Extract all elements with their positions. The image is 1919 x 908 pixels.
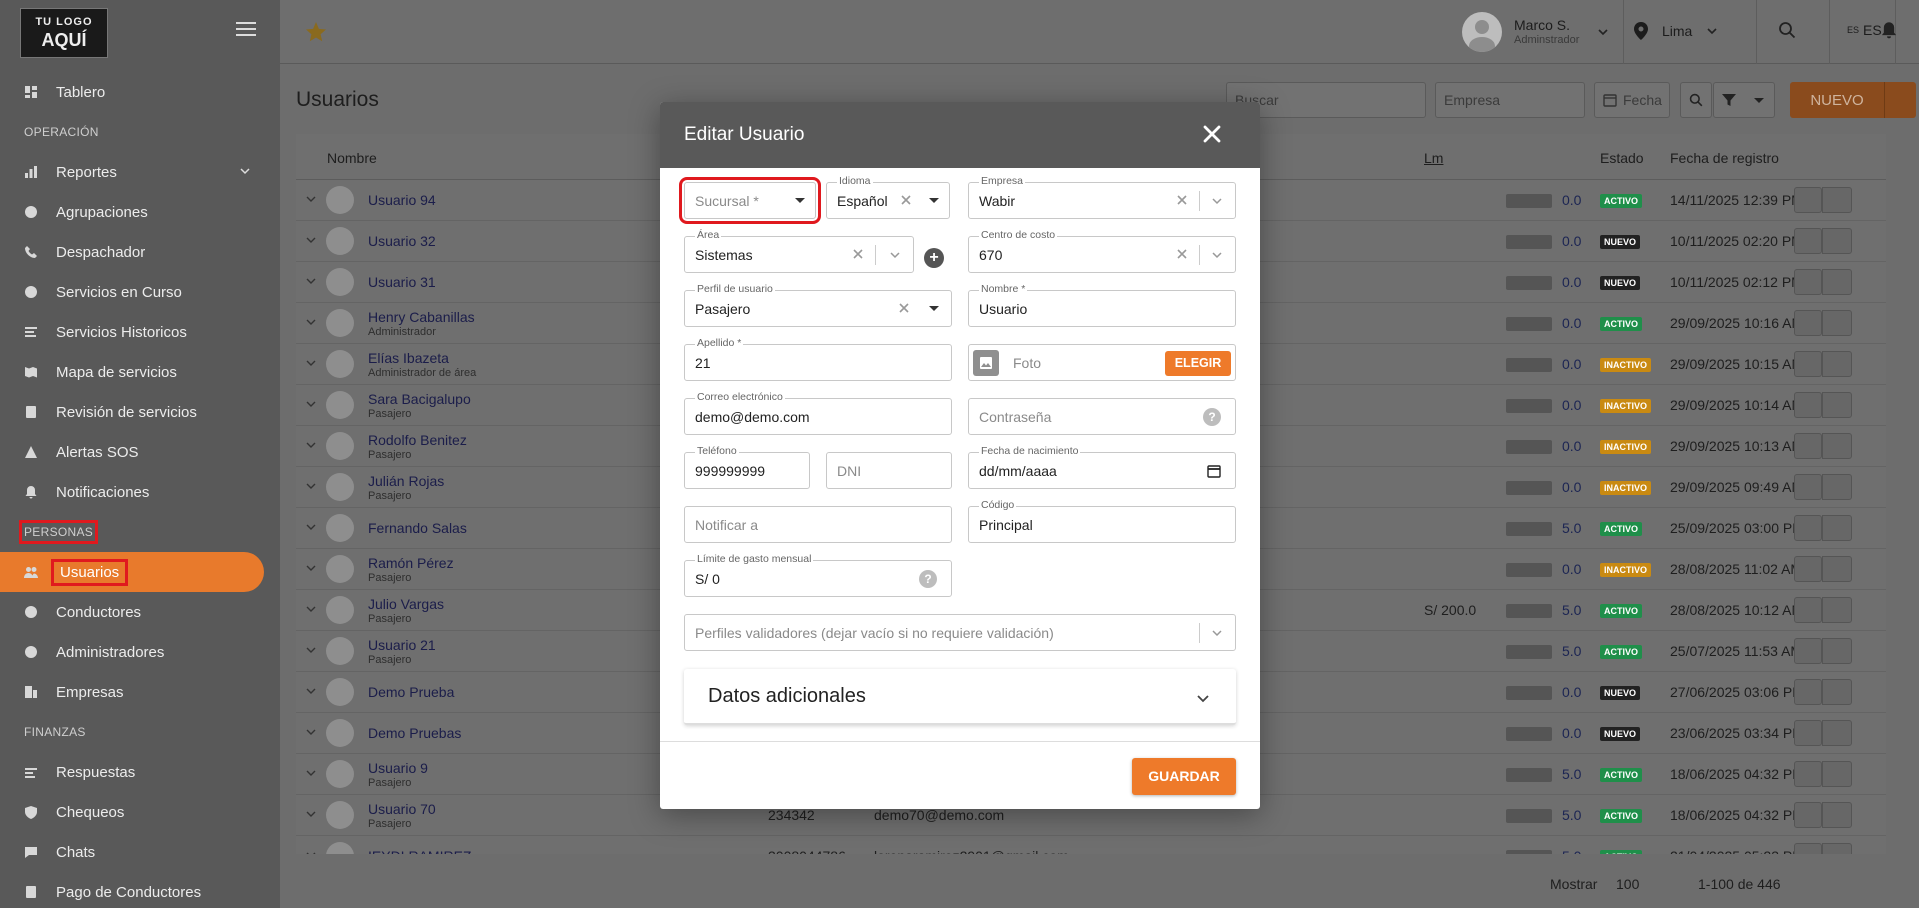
idioma-select[interactable]: Idioma Español (826, 175, 950, 219)
clear-icon[interactable] (1175, 247, 1189, 261)
notificar-placeholder: Notificar a (695, 517, 759, 533)
separator (1199, 245, 1200, 265)
nombre-input[interactable]: Nombre * Usuario (968, 283, 1236, 327)
telefono-input[interactable]: Teléfono 999999999 (684, 445, 810, 489)
separator (1199, 191, 1200, 211)
chevron-down-icon (1212, 630, 1222, 637)
centro-value: 670 (979, 247, 1003, 263)
elegir-button[interactable]: ELEGIR (1165, 351, 1231, 376)
clear-icon[interactable] (897, 301, 911, 315)
nombre-value: Usuario (979, 301, 1028, 317)
clear-icon[interactable] (899, 193, 913, 207)
separator (1199, 623, 1200, 643)
empresa-label: Empresa (979, 175, 1026, 187)
caret-down-icon (795, 198, 805, 203)
calendar-icon[interactable] (1207, 464, 1221, 478)
centro-costo-select[interactable]: Centro de costo 670 (968, 229, 1236, 273)
telefono-label: Teléfono (695, 445, 739, 457)
codigo-input[interactable]: Código Principal (968, 499, 1236, 543)
help-icon[interactable]: ? (919, 570, 937, 588)
correo-label: Correo electrónico (695, 391, 785, 403)
empresa-value: Wabir (979, 193, 1016, 209)
codigo-label: Código (979, 499, 1017, 511)
nacimiento-value: dd/mm/aaaa (979, 463, 1057, 479)
area-select[interactable]: Área Sistemas (684, 229, 914, 273)
correo-value: demo@demo.com (695, 409, 810, 425)
sucursal-select[interactable]: Sucursal * (679, 177, 821, 224)
dni-placeholder: DNI (837, 463, 862, 479)
area-value: Sistemas (695, 247, 753, 263)
limite-label: Límite de gasto mensual (695, 553, 814, 565)
limite-input[interactable]: Límite de gasto mensual S/ 0 ? (684, 553, 952, 597)
close-icon[interactable] (1200, 122, 1224, 146)
idioma-label: Idioma (837, 175, 873, 187)
foto-placeholder: Foto (1013, 355, 1042, 371)
nombre-label: Nombre * (979, 283, 1028, 295)
accordion-title: Datos adicionales (708, 685, 866, 707)
apellido-input[interactable]: Apellido * 21 (684, 337, 952, 381)
notificar-input[interactable]: Notificar a (684, 506, 952, 543)
codigo-value: Principal (979, 517, 1033, 533)
separator (875, 245, 876, 265)
caret-down-icon (929, 198, 939, 203)
clear-icon[interactable] (1175, 193, 1189, 207)
perfil-label: Perfil de usuario (695, 283, 775, 295)
chevron-down-icon (1197, 695, 1209, 703)
apellido-value: 21 (695, 355, 711, 371)
idioma-value: Español (837, 193, 888, 209)
chevron-down-icon (1212, 252, 1222, 259)
image-icon (973, 350, 999, 376)
area-label: Área (695, 229, 722, 241)
centro-label: Centro de costo (979, 229, 1058, 241)
validadores-placeholder: Perfiles validadores (dejar vacío si no … (695, 625, 1054, 641)
perfil-select[interactable]: Perfil de usuario Pasajero (684, 283, 952, 327)
divider (660, 741, 1260, 742)
add-area-icon[interactable]: + (924, 248, 944, 268)
foto-field[interactable]: Foto ELEGIR (968, 344, 1236, 381)
caret-down-icon (929, 306, 939, 311)
datos-adicionales-accordion[interactable]: Datos adicionales (684, 669, 1236, 725)
email-field[interactable]: Correo electrónico demo@demo.com (684, 391, 952, 435)
empresa-select[interactable]: Empresa Wabir (968, 175, 1236, 219)
chevron-down-icon (1212, 198, 1222, 205)
dialog-title: Editar Usuario (684, 124, 805, 145)
edit-user-dialog: Editar Usuario Sucursal * Idioma Español… (660, 102, 1260, 809)
clear-icon[interactable] (851, 247, 865, 261)
password-placeholder: Contraseña (979, 409, 1052, 425)
limite-value: S/ 0 (695, 571, 720, 587)
validadores-select[interactable]: Perfiles validadores (dejar vacío si no … (684, 614, 1236, 651)
save-button[interactable]: GUARDAR (1132, 758, 1236, 795)
apellido-label: Apellido * (695, 337, 744, 349)
dni-input[interactable]: DNI (826, 452, 952, 489)
help-icon[interactable]: ? (1203, 408, 1221, 426)
nacimiento-label: Fecha de nacimiento (979, 445, 1081, 457)
password-input[interactable]: Contraseña ? (968, 398, 1236, 435)
telefono-value: 999999999 (695, 463, 766, 479)
chevron-down-icon (890, 252, 900, 259)
perfil-value: Pasajero (695, 301, 751, 317)
birthdate-input[interactable]: Fecha de nacimiento dd/mm/aaaa (968, 445, 1236, 489)
dialog-header: Editar Usuario (660, 102, 1260, 168)
sucursal-placeholder: Sucursal * (695, 193, 759, 209)
